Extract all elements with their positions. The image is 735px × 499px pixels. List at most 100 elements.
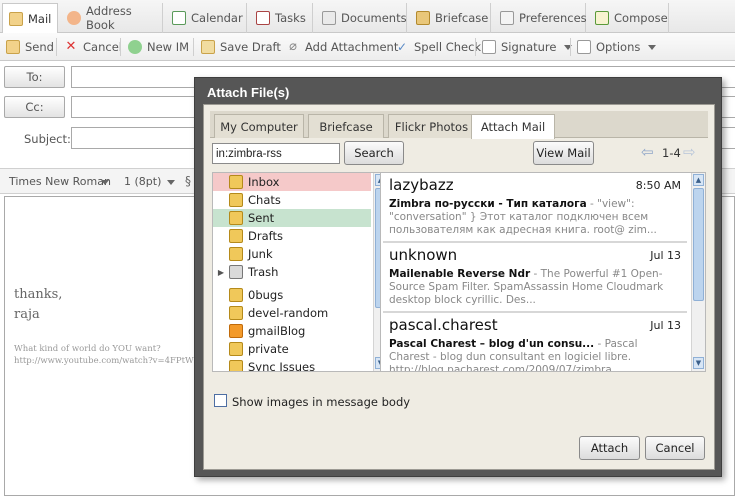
toolbar-divider	[120, 38, 121, 56]
message-sender: unknown	[389, 246, 458, 264]
message-list-scrollbar[interactable]: ▲ ▼	[691, 173, 705, 371]
tab-label: Calendar	[191, 11, 243, 25]
scroll-thumb[interactable]	[693, 188, 704, 301]
message-subject: Pascal Charest – blog d'un consu...	[389, 338, 595, 350]
expand-arrow-icon[interactable]: ▶	[213, 268, 229, 277]
new-im-label: New IM	[147, 40, 190, 54]
folder-private[interactable]: private	[213, 340, 371, 358]
folder-label: 0bugs	[248, 288, 284, 302]
dialog-title: Attach File(s)	[207, 85, 290, 100]
send-button[interactable]: Send	[6, 33, 54, 61]
tab-flickr-photos[interactable]: Flickr Photos	[388, 114, 475, 138]
message-subject: Mailenable Reverse Ndr	[389, 268, 531, 280]
folder-devel-random[interactable]: devel-random	[213, 304, 371, 322]
add-attachment-button[interactable]: ⌀ Add Attachment	[286, 33, 398, 61]
save-draft-icon	[201, 40, 215, 54]
save-draft-button[interactable]: Save Draft	[201, 33, 281, 61]
rss-folder-icon	[229, 324, 243, 338]
tab-label: Briefcase	[319, 119, 373, 134]
tab-my-computer[interactable]: My Computer	[214, 114, 304, 138]
folder-trash[interactable]: ▶ Trash	[213, 263, 371, 281]
spell-check-button[interactable]: ✓ Spell Check	[395, 33, 481, 61]
toolbar-divider	[193, 38, 194, 56]
cancel-button[interactable]: ✕ Cancel	[64, 33, 122, 61]
options-button[interactable]: Options	[577, 33, 657, 61]
view-mail-label: View Mail	[536, 146, 591, 160]
spell-check-label: Spell Check	[414, 40, 482, 54]
folder-chats[interactable]: Chats	[213, 191, 371, 209]
signature-link[interactable]: http://www.youtube.com/watch?v=4FPtW9j	[14, 356, 202, 366]
scroll-down-icon[interactable]: ▼	[693, 357, 704, 369]
previous-page-arrow-icon[interactable]: ⇦	[641, 143, 654, 161]
chats-folder-icon	[229, 193, 243, 207]
list-item[interactable]: unknown Jul 13 Mailenable Reverse Ndr - …	[383, 243, 687, 313]
scroll-up-icon[interactable]: ▲	[693, 174, 704, 186]
chevron-down-icon	[564, 44, 573, 50]
new-im-button[interactable]: New IM	[128, 33, 189, 61]
tab-preferences[interactable]: Preferences	[494, 3, 587, 33]
tab-attach-mail[interactable]: Attach Mail	[471, 114, 555, 139]
folder-label: Chats	[248, 193, 281, 207]
folder-icon	[229, 360, 243, 371]
message-subject: Zimbra по-русски - Тип каталога	[389, 198, 587, 210]
folder-icon	[229, 342, 243, 356]
signature-button[interactable]: Signature	[482, 33, 573, 61]
message-preview: Zimbra по-русски - Тип каталога - "view"…	[389, 198, 681, 238]
format-icon[interactable]: §	[185, 174, 191, 188]
folder-icon	[229, 306, 243, 320]
show-images-label: Show images in message body	[232, 395, 411, 409]
tab-briefcase[interactable]: Briefcase	[308, 114, 384, 138]
folder-0bugs[interactable]: 0bugs	[213, 286, 371, 304]
tab-label: Documents	[341, 11, 407, 25]
tab-mail[interactable]: Mail	[2, 3, 58, 33]
tab-tasks[interactable]: Tasks	[250, 3, 313, 33]
folder-inbox[interactable]: Inbox	[213, 173, 371, 191]
folder-tree: Inbox Chats Sent Drafts Junk ▶ Trash 0bu…	[212, 172, 388, 372]
folder-label: Sent	[248, 211, 275, 225]
tab-briefcase[interactable]: Briefcase	[410, 3, 491, 33]
tab-label: Compose	[614, 11, 668, 25]
attach-button[interactable]: Attach	[579, 436, 640, 460]
address-book-icon	[67, 11, 81, 25]
folder-label: Sync Issues	[248, 360, 316, 372]
next-page-arrow-icon[interactable]: ⇨	[683, 143, 696, 161]
folder-sync-issues[interactable]: Sync Issues	[213, 358, 371, 372]
attach-files-dialog: Attach File(s) My Computer Briefcase Fli…	[194, 77, 722, 477]
cancel-label: Cancel	[83, 40, 122, 54]
font-size-select[interactable]: 1 (8pt)	[124, 175, 161, 188]
tab-compose[interactable]: Compose	[589, 3, 669, 33]
calendar-icon	[172, 11, 186, 25]
show-images-checkbox[interactable]	[214, 394, 227, 407]
cancel-button[interactable]: Cancel	[645, 436, 705, 460]
folder-label: Inbox	[248, 175, 280, 189]
options-icon	[577, 40, 591, 54]
chat-bubble-icon	[128, 40, 142, 54]
view-mail-button[interactable]: View Mail	[533, 141, 594, 165]
folder-gmailblog[interactable]: gmailBlog	[213, 322, 371, 340]
tab-calendar[interactable]: Calendar	[166, 3, 247, 33]
folder-junk[interactable]: Junk	[213, 245, 371, 263]
trash-icon	[229, 265, 243, 279]
tab-label: Preferences	[519, 11, 587, 25]
folder-drafts[interactable]: Drafts	[213, 227, 371, 245]
folder-label: Junk	[248, 247, 273, 261]
to-label: To:	[26, 70, 43, 84]
chevron-down-icon	[101, 180, 109, 185]
cc-button[interactable]: Cc:	[4, 96, 65, 118]
search-button[interactable]: Search	[344, 141, 404, 165]
folder-sent[interactable]: Sent	[213, 209, 371, 227]
send-icon	[6, 40, 20, 54]
list-item[interactable]: lazybazz 8:50 AM Zimbra по-русски - Тип …	[383, 173, 687, 243]
list-item[interactable]: pascal.charest Jul 13 Pascal Charest – b…	[383, 313, 687, 371]
send-label: Send	[25, 40, 54, 54]
compose-toolbar: Send ✕ Cancel New IM Save Draft ⌀ Add At…	[0, 33, 735, 61]
tab-address-book[interactable]: Address Book	[61, 3, 163, 33]
toolbar-divider	[570, 38, 571, 56]
tab-documents[interactable]: Documents	[316, 3, 407, 33]
mail-search-input[interactable]	[212, 143, 340, 164]
tab-label: Briefcase	[435, 11, 489, 25]
folder-label: gmailBlog	[248, 324, 306, 338]
font-family-select[interactable]: Times New Roman	[9, 175, 111, 188]
to-button[interactable]: To:	[4, 66, 65, 88]
signature-icon	[482, 40, 496, 54]
